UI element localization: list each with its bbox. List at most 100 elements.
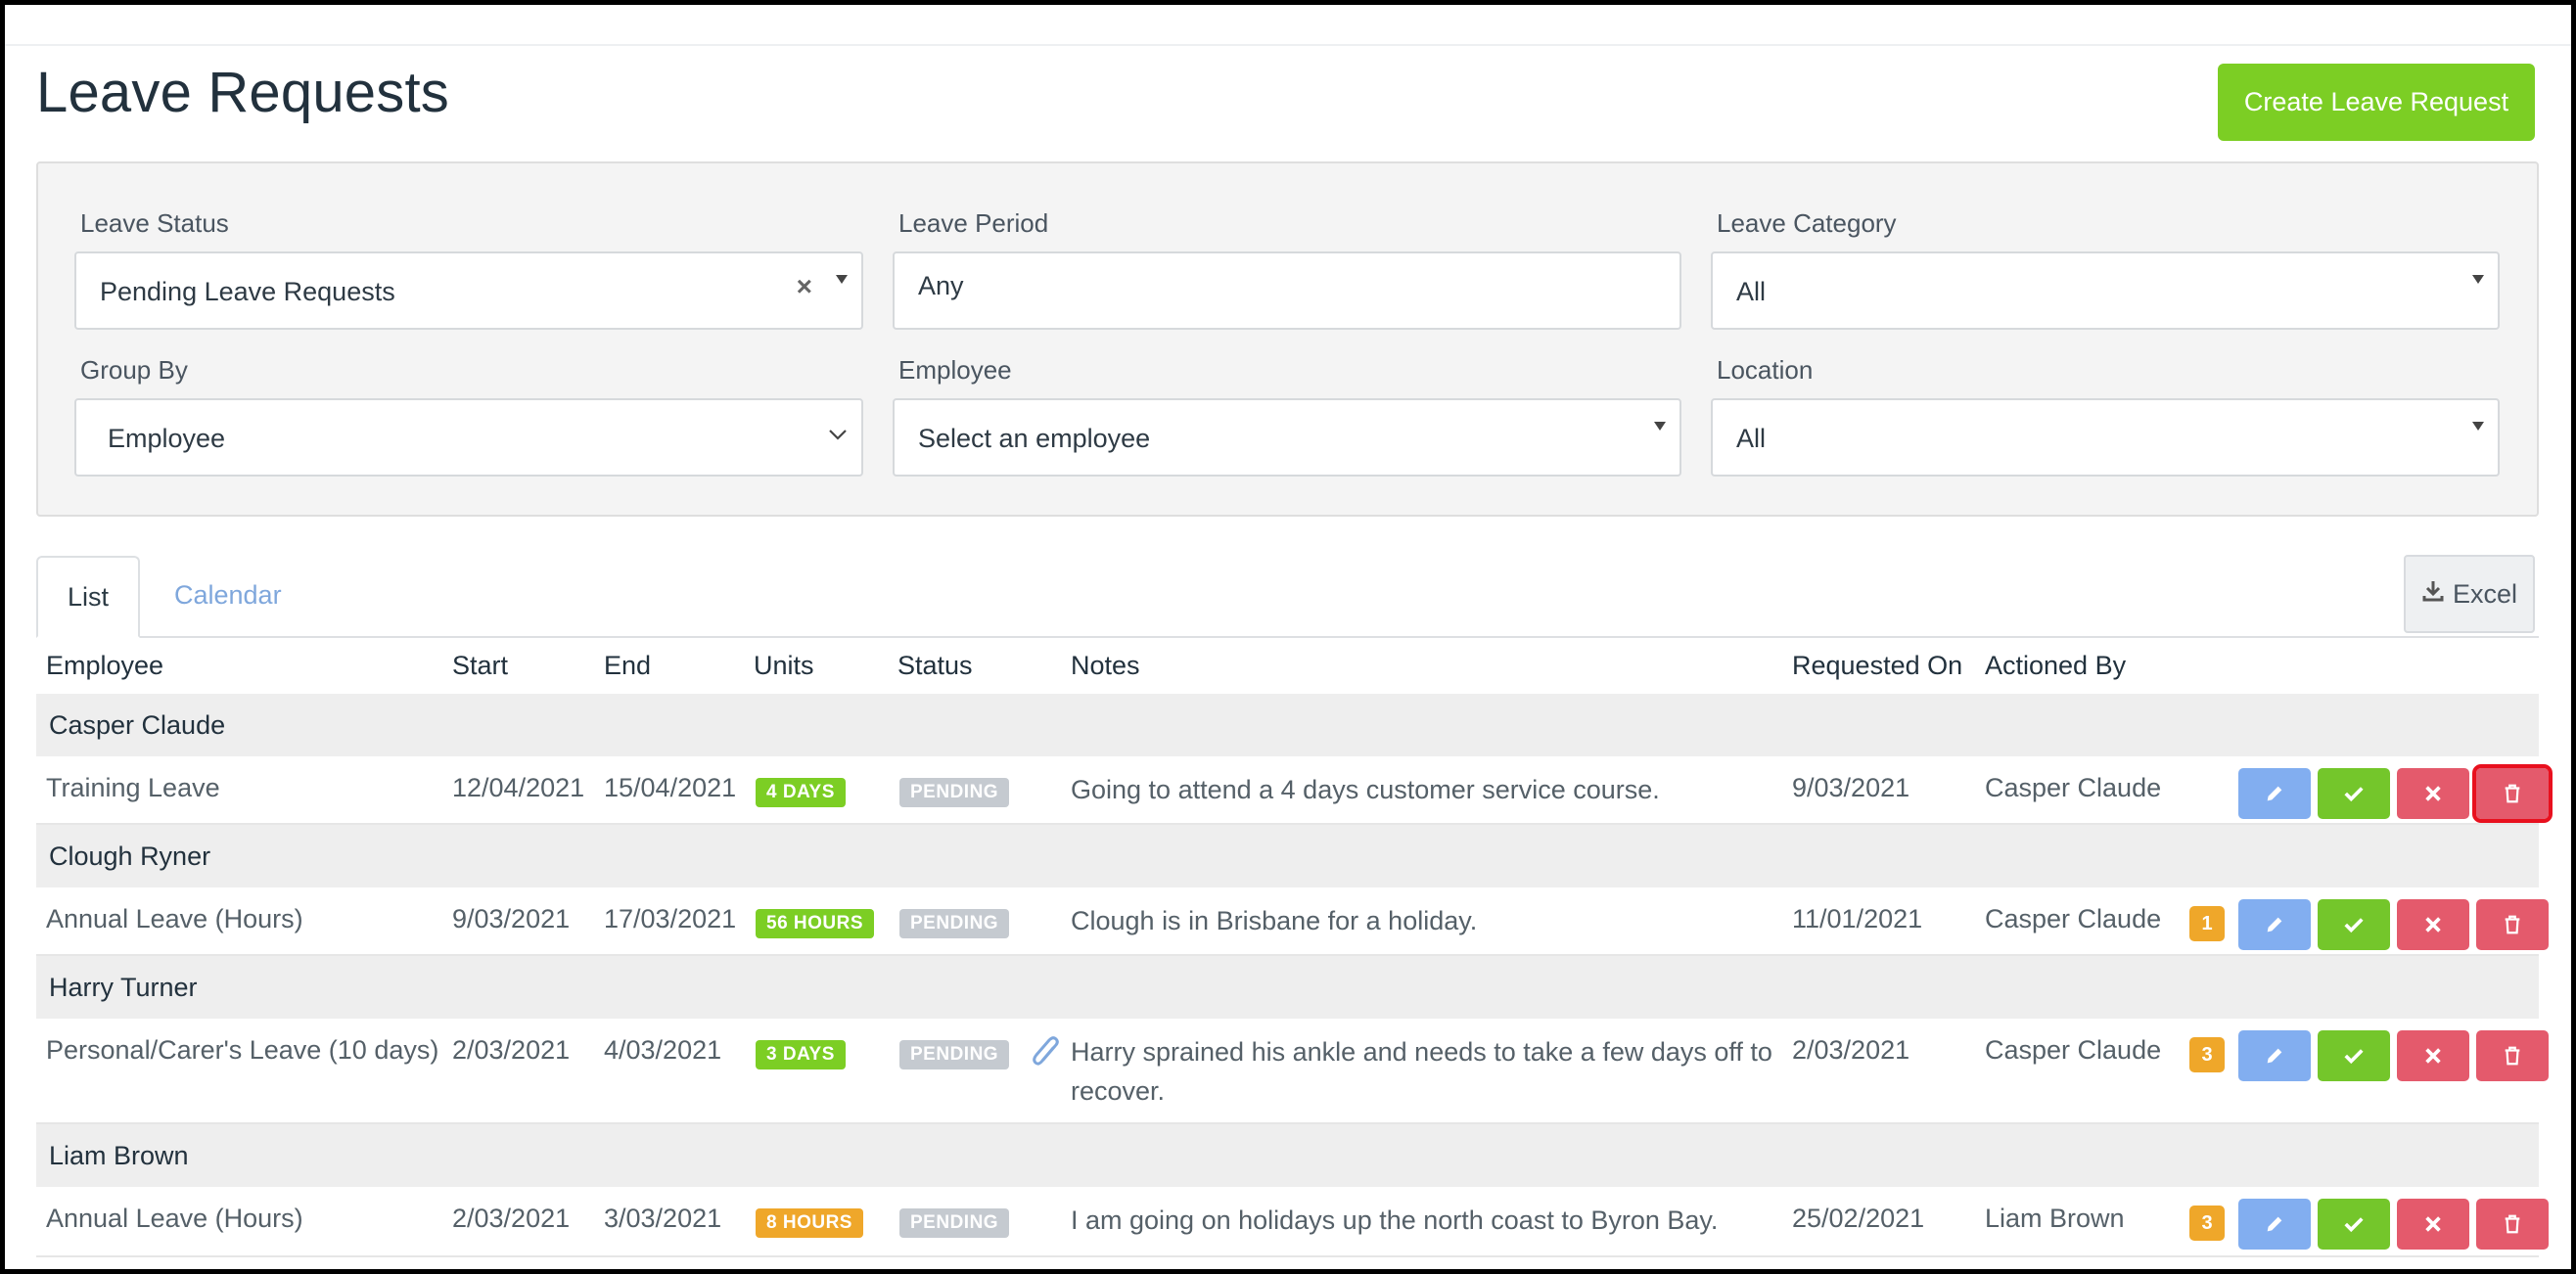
decline-button[interactable]: [2397, 1199, 2469, 1250]
create-leave-request-button[interactable]: Create Leave Request: [2218, 64, 2535, 141]
clear-icon[interactable]: ×: [797, 271, 812, 302]
end-date: 4/03/2021: [604, 1035, 722, 1065]
requested-on: 11/01/2021: [1792, 904, 1923, 933]
status-badge: PENDING: [899, 909, 1010, 938]
group-name: Liam Brown: [49, 1141, 189, 1170]
decline-button[interactable]: [2397, 1030, 2469, 1081]
attachment-count-badge: 1: [2189, 906, 2225, 941]
edit-button[interactable]: [2238, 1030, 2311, 1081]
col-start: Start: [452, 651, 509, 680]
tab-calendar[interactable]: Calendar: [174, 580, 282, 611]
edit-button[interactable]: [2238, 768, 2311, 819]
location-select[interactable]: All: [1711, 398, 2500, 477]
check-icon: [2344, 1217, 2364, 1233]
paperclip-icon[interactable]: [1030, 1034, 1063, 1076]
requested-on: 2/03/2021: [1792, 1035, 1910, 1065]
group-header: Casper Claude: [36, 694, 2539, 756]
leave-type: Annual Leave (Hours): [46, 1204, 303, 1233]
attachment-count-badge: 3: [2189, 1206, 2225, 1241]
end-date: 17/03/2021: [604, 904, 737, 933]
actioned-by: Casper Claude: [1985, 904, 2162, 933]
col-requested-on: Requested On: [1792, 651, 1963, 680]
top-divider: [5, 44, 2571, 46]
check-icon: [2344, 918, 2364, 933]
table-row[interactable]: Annual Leave (Hours) 9/03/2021 17/03/202…: [36, 887, 2549, 956]
group-header: Clough Ryner: [36, 825, 2539, 887]
group-by-label: Group By: [80, 355, 188, 385]
close-icon: [2425, 1048, 2441, 1064]
caret-down-icon: [836, 275, 848, 284]
units-badge: 8 HOURS: [756, 1208, 863, 1238]
delete-button[interactable]: [2476, 1030, 2549, 1081]
leave-category-select[interactable]: All: [1711, 251, 2500, 330]
check-icon: [2344, 787, 2364, 802]
delete-button[interactable]: [2472, 764, 2553, 823]
col-actioned-by: Actioned By: [1985, 651, 2127, 680]
caret-down-icon: [1654, 422, 1666, 431]
approve-button[interactable]: [2318, 1199, 2390, 1250]
close-icon: [2425, 917, 2441, 933]
end-date: 3/03/2021: [604, 1204, 722, 1233]
notes-text: Clough is in Brisbane for a holiday.: [1071, 906, 1478, 935]
excel-label: Excel: [2452, 578, 2518, 609]
location-value: All: [1736, 424, 1767, 453]
pencil-icon: [2267, 1048, 2282, 1064]
pencil-icon: [2267, 786, 2282, 801]
employee-select[interactable]: Select an employee: [893, 398, 1681, 477]
col-employee: Employee: [46, 651, 164, 680]
notes-text: I am going on holidays up the north coas…: [1071, 1206, 1719, 1235]
leave-period-label: Leave Period: [898, 208, 1049, 238]
edit-button[interactable]: [2238, 1199, 2311, 1250]
approve-button[interactable]: [2318, 1030, 2390, 1081]
edit-button[interactable]: [2238, 899, 2311, 950]
trash-icon: [2505, 784, 2520, 803]
units-badge: 4 DAYS: [756, 778, 846, 807]
table-row[interactable]: Personal/Carer's Leave (10 days) 2/03/20…: [36, 1019, 2549, 1124]
pencil-icon: [2267, 917, 2282, 933]
leave-period-input[interactable]: Any: [893, 251, 1681, 330]
page-title: Leave Requests: [36, 61, 449, 124]
location-label: Location: [1717, 355, 1814, 385]
table-row[interactable]: Annual Leave (Hours) 2/03/2021 3/03/2021…: [36, 1187, 2549, 1257]
notes-text: Harry sprained his ankle and needs to ta…: [1071, 1037, 1772, 1106]
leave-category-value: All: [1736, 277, 1767, 306]
leave-type: Personal/Carer's Leave (10 days): [46, 1035, 439, 1065]
leave-status-select[interactable]: Pending Leave Requests ×: [74, 251, 863, 330]
delete-button[interactable]: [2476, 1199, 2549, 1250]
decline-button[interactable]: [2397, 899, 2469, 950]
actioned-by: Liam Brown: [1985, 1204, 2125, 1233]
trash-icon: [2505, 1046, 2520, 1066]
caret-down-icon: [2472, 422, 2484, 431]
filter-panel: Leave Status Pending Leave Requests × Le…: [36, 161, 2539, 517]
start-date: 2/03/2021: [452, 1035, 571, 1065]
group-by-value: Employee: [108, 424, 226, 453]
start-date: 12/04/2021: [452, 773, 585, 802]
end-date: 15/04/2021: [604, 773, 737, 802]
units-badge: 3 DAYS: [756, 1040, 846, 1069]
attachment-count-badge: 3: [2189, 1037, 2225, 1072]
group-header: Harry Turner: [36, 956, 2539, 1019]
decline-button[interactable]: [2397, 768, 2469, 819]
approve-button[interactable]: [2318, 768, 2390, 819]
status-badge: PENDING: [899, 778, 1010, 807]
status-badge: PENDING: [899, 1040, 1010, 1069]
close-icon: [2425, 786, 2441, 801]
leave-status-value: Pending Leave Requests: [100, 277, 395, 306]
col-status: Status: [897, 651, 973, 680]
leave-type: Training Leave: [46, 773, 220, 802]
group-name: Clough Ryner: [49, 842, 211, 871]
tab-list[interactable]: List: [36, 556, 140, 638]
pencil-icon: [2267, 1216, 2282, 1232]
group-name: Casper Claude: [49, 710, 226, 740]
start-date: 9/03/2021: [452, 904, 571, 933]
check-icon: [2344, 1049, 2364, 1065]
group-by-select[interactable]: Employee: [74, 398, 863, 477]
chevron-down-icon: [828, 418, 848, 448]
actioned-by: Casper Claude: [1985, 773, 2162, 802]
table-row[interactable]: Training Leave 12/04/2021 15/04/2021 4 D…: [36, 756, 2553, 825]
approve-button[interactable]: [2318, 899, 2390, 950]
notes-text: Going to attend a 4 days customer servic…: [1071, 775, 1660, 804]
excel-export-button[interactable]: Excel: [2404, 555, 2535, 633]
leave-period-value: Any: [918, 271, 964, 300]
delete-button[interactable]: [2476, 899, 2549, 950]
